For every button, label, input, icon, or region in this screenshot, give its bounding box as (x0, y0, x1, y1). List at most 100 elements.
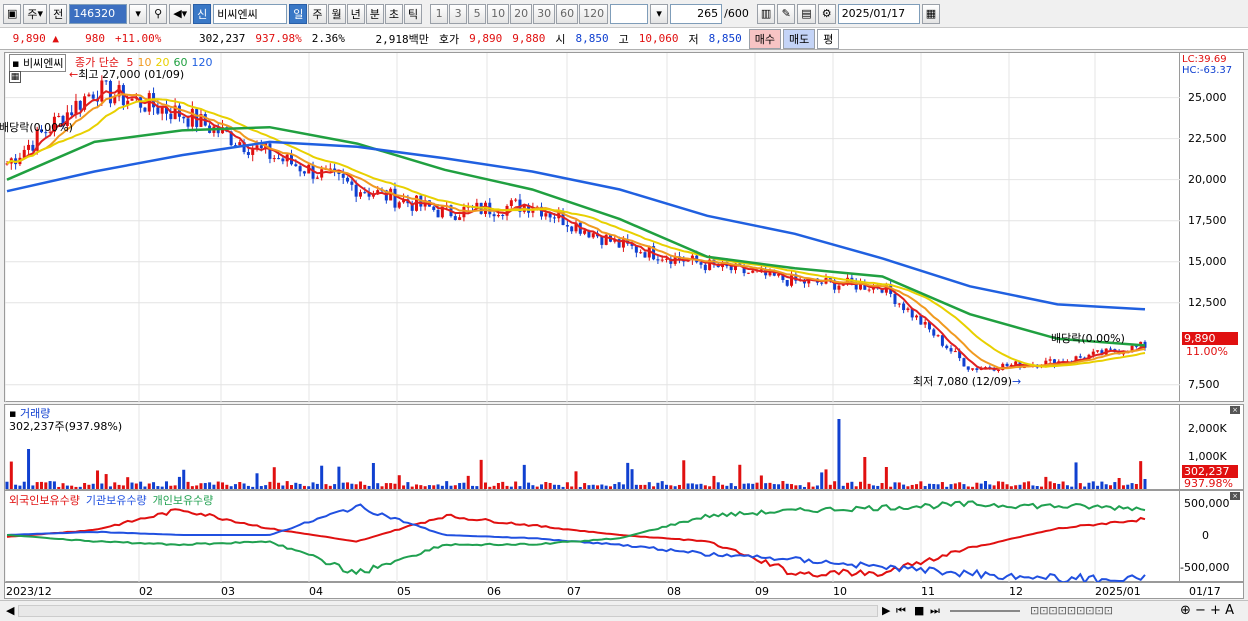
rewind-icon[interactable]: ⏮ (896, 604, 906, 618)
period-tab[interactable]: 년 (346, 3, 365, 24)
eval-button[interactable]: 평 (817, 28, 840, 49)
calendar-icon[interactable]: ▦ (921, 3, 941, 24)
volume-bar (121, 485, 125, 489)
zoom-slider[interactable] (950, 610, 1020, 612)
candle (358, 189, 362, 200)
holdings-y-axis: × 500,000 0 -500,000 (1180, 490, 1244, 582)
period-tab[interactable]: 일 (289, 3, 308, 24)
interval-tab[interactable]: 120 (579, 3, 609, 24)
interval-tab[interactable]: 5 (468, 3, 487, 24)
code-dropdown-icon[interactable]: ▾ (129, 3, 148, 24)
volume-bar (483, 482, 487, 489)
sell-button[interactable]: 매도 (782, 28, 816, 49)
holdings-tick: 0 (1202, 529, 1209, 542)
price-tick: 25,000 (1188, 90, 1227, 104)
candle (966, 366, 970, 372)
volume-bar (596, 485, 600, 489)
price-tick: 15,000 (1188, 254, 1227, 268)
volume-bar (820, 472, 824, 489)
volume-bar (958, 482, 962, 489)
interval-dropdown-icon[interactable]: ▾ (650, 3, 669, 24)
candle (272, 155, 276, 163)
holdings-legend-item: 개인보유수량 (152, 494, 214, 507)
candle (949, 345, 953, 354)
x-axis-label: 2025/01 (1095, 585, 1141, 598)
period-tab[interactable]: 틱 (404, 3, 423, 24)
stop-icon[interactable]: ■ (914, 604, 924, 617)
scroll-left-icon[interactable]: ◀ (6, 604, 14, 617)
scroll-right-icon[interactable]: ▶ (882, 604, 890, 617)
volume-bar (975, 482, 979, 489)
gear-icon[interactable]: ⚙ (817, 3, 836, 24)
dividend-marker-left: 배당락(0.00%) (0, 121, 73, 134)
interval-input[interactable] (610, 3, 649, 24)
period-tab[interactable]: 분 (365, 3, 384, 24)
period-tab[interactable]: 주 (308, 3, 327, 24)
chart-type-icon[interactable]: ▥ (756, 3, 776, 24)
volume-bar (540, 484, 544, 489)
volume-bar (945, 486, 949, 489)
volume-bar (501, 481, 505, 489)
holdings-panel[interactable]: 외국인보유수량 기관보유수량 개인보유수량 (4, 490, 1180, 583)
candle (346, 176, 350, 184)
interval-tab[interactable]: 20 (510, 3, 533, 24)
stock-code-input[interactable]: 146320 (69, 3, 128, 24)
grid-toggle-icon[interactable]: ▦ (9, 71, 21, 83)
volume-bar (14, 484, 18, 489)
count-input[interactable]: 265 (670, 3, 723, 24)
drawing-icon[interactable]: ✎ (777, 3, 796, 24)
interval-tab[interactable]: 3 (449, 3, 468, 24)
zoom-controls-icon[interactable]: ⊕ − + A (1180, 603, 1234, 618)
date-input[interactable]: 2025/01/17 (837, 3, 920, 24)
fast-forward-icon[interactable]: ⏭ (930, 604, 940, 618)
holdings-tick: -500,000 (1180, 561, 1230, 574)
bottom-scrollbar[interactable]: ◀ ▶ ⏮ ■ ⏭ ⊡⊡⊡⊡⊡⊡⊡⊡⊡ ⊕ − + A (0, 600, 1248, 621)
candle (1078, 353, 1082, 359)
volume-bar (190, 486, 194, 489)
period-tab[interactable]: 초 (384, 3, 404, 24)
volume-bar (1091, 481, 1095, 489)
speaker-icon[interactable]: ◀▾ (169, 3, 192, 24)
volume-tick: 2,000K (1188, 422, 1227, 435)
volume-bar (152, 482, 156, 489)
tools-icon[interactable]: ⊡⊡⊡⊡⊡⊡⊡⊡⊡ (1030, 604, 1113, 617)
volume-bar (147, 483, 151, 489)
high-label: 고 (618, 32, 629, 46)
volume-chart-svg (5, 405, 1147, 491)
chart-toolbar: ▣ 주 ▾ 전 146320 ▾ ⚲ ◀▾ 신 비씨엔씨 일주월년분초틱 1351… (0, 0, 1248, 28)
volume-bar (802, 486, 806, 489)
x-axis-label: 09 (755, 585, 769, 598)
volume-value: 302,237 (199, 32, 246, 45)
market-select[interactable]: 주 ▾ (23, 3, 48, 24)
interval-tab[interactable]: 60 (556, 3, 579, 24)
volume-bar (126, 477, 130, 489)
volume-bar (733, 486, 737, 489)
buy-button[interactable]: 매수 (748, 28, 781, 49)
volume-bar (867, 483, 871, 489)
candle (397, 200, 401, 210)
price-chart-panel[interactable]: ▪ 비씨엔씨 종가 단순 5 10 20 60 120 ▦ ←최고 27,000 (01… (0, 52, 1181, 403)
prev-button[interactable]: 전 (49, 3, 68, 24)
volume-bar (660, 481, 664, 489)
interval-tab[interactable]: 1 (430, 3, 449, 24)
period-tab[interactable]: 월 (327, 3, 346, 24)
volume-bar (1031, 485, 1035, 489)
volume-bar (100, 483, 104, 489)
search-icon[interactable]: ⚲ (149, 3, 168, 24)
volume-bar (1109, 485, 1113, 489)
volume-panel[interactable]: ▪ 거래량 302,237주(937.98%) (4, 404, 1180, 491)
scroll-track[interactable] (18, 605, 878, 617)
candle (915, 314, 919, 321)
window-icon[interactable]: ▣ (3, 3, 22, 24)
volume-close-icon[interactable]: × (1230, 406, 1240, 414)
holdings-close-icon[interactable]: × (1230, 492, 1240, 500)
candle (78, 100, 82, 117)
volume-bar (251, 486, 255, 489)
interval-tab[interactable]: 30 (533, 3, 556, 24)
x-axis: 2023/12 02 03 04 05 06 07 08 09 10 11 12 2025/01 01/… (4, 582, 1244, 599)
volume-bar (871, 485, 875, 489)
save-icon[interactable]: ▤ (797, 3, 816, 24)
holdings-tick: 500,000 (1184, 497, 1230, 510)
volume-bar (669, 485, 673, 489)
interval-tab[interactable]: 10 (487, 3, 510, 24)
